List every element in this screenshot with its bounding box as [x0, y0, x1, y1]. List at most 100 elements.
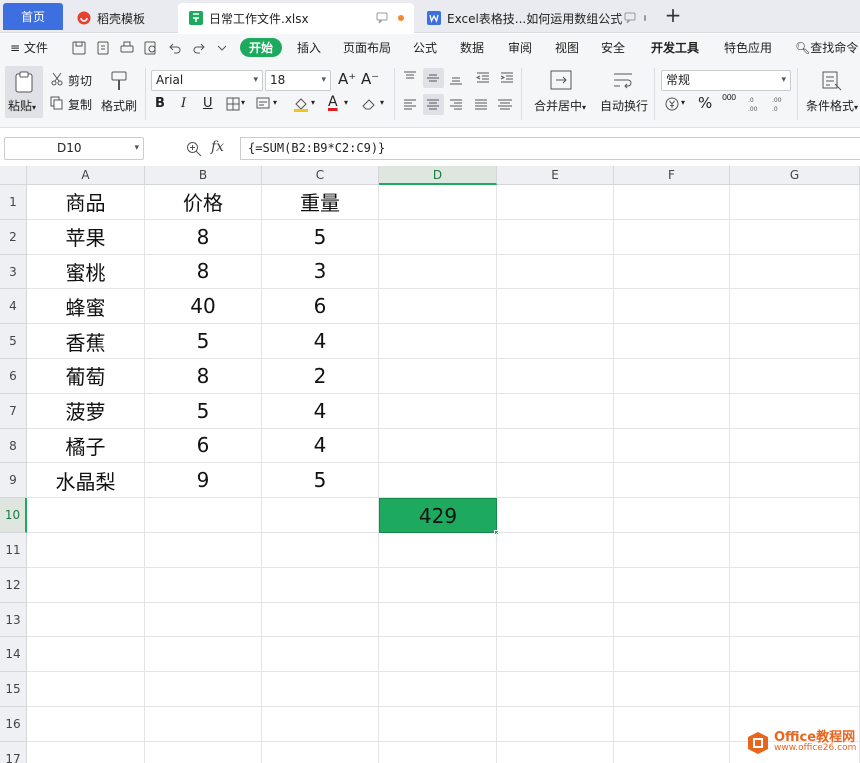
font-color-button[interactable]: A	[328, 94, 338, 110]
cell-f10[interactable]	[614, 498, 730, 533]
copy-icon[interactable]	[50, 96, 64, 110]
italic-button[interactable]: I	[181, 96, 186, 111]
column-header-g[interactable]: G	[730, 166, 860, 185]
row-header-6[interactable]: 6	[0, 359, 27, 394]
menu-data[interactable]: 数据	[460, 39, 484, 56]
cell-c2[interactable]: 5	[262, 219, 379, 255]
cell-a14[interactable]	[27, 637, 145, 673]
copy-button[interactable]: 复制	[68, 96, 92, 113]
cell-d7[interactable]	[379, 393, 497, 429]
cell-g11[interactable]	[730, 533, 860, 568]
cell-d14[interactable]	[379, 637, 497, 673]
row-header-11[interactable]: 11	[0, 533, 27, 568]
cell-b6[interactable]: 8	[145, 359, 262, 394]
cell-c13[interactable]	[262, 602, 379, 638]
cell-e7[interactable]	[497, 393, 614, 429]
currency-icon[interactable]	[665, 97, 679, 111]
menu-home[interactable]: 开始	[240, 38, 283, 57]
cell-a16[interactable]	[27, 707, 145, 742]
menu-review[interactable]: 审阅	[508, 39, 532, 56]
cell-b11[interactable]	[145, 533, 262, 568]
cell-g8[interactable]	[730, 428, 860, 464]
menu-security[interactable]: 安全	[601, 39, 625, 56]
cell-e4[interactable]	[497, 289, 614, 325]
menu-page-layout[interactable]: 页面布局	[343, 39, 391, 56]
row-header-15[interactable]: 15	[0, 672, 27, 707]
cell-b16[interactable]	[145, 707, 262, 742]
formula-input[interactable]: {=SUM(B2:B9*C2:C9)}	[240, 137, 860, 160]
cell-g2[interactable]	[730, 219, 860, 255]
distributed-align-icon[interactable]	[497, 98, 513, 112]
cell-d6[interactable]	[379, 359, 497, 394]
cell-a11[interactable]	[27, 533, 145, 568]
cell-a13[interactable]	[27, 602, 145, 638]
cell-f6[interactable]	[614, 359, 730, 394]
cell-c5[interactable]: 4	[262, 324, 379, 359]
cell-f16[interactable]	[614, 707, 730, 742]
row-header-4[interactable]: 4	[0, 289, 27, 325]
paste-icon[interactable]	[12, 70, 36, 94]
cell-c17[interactable]	[262, 741, 379, 763]
conditional-format-button[interactable]: 条件格式▾	[806, 97, 858, 114]
cell-c10[interactable]	[262, 498, 379, 533]
cell-a2[interactable]: 苹果	[27, 219, 145, 255]
cell-e5[interactable]	[497, 324, 614, 359]
align-center-icon[interactable]	[426, 98, 440, 112]
cell-f8[interactable]	[614, 428, 730, 464]
comment-icon[interactable]	[622, 10, 638, 26]
cell-a8[interactable]: 橘子	[27, 428, 145, 464]
cell-f7[interactable]	[614, 393, 730, 429]
cell-f5[interactable]	[614, 324, 730, 359]
redo-icon[interactable]	[192, 41, 206, 55]
cell-b10[interactable]	[145, 498, 262, 533]
cell-a4[interactable]: 蜂蜜	[27, 289, 145, 325]
cell-e16[interactable]	[497, 707, 614, 742]
cell-g4[interactable]	[730, 289, 860, 325]
cell-e3[interactable]	[497, 254, 614, 290]
column-header-a[interactable]: A	[27, 166, 145, 185]
shrink-font-button[interactable]: A⁻	[361, 70, 379, 88]
chevron-down-icon[interactable]: ▾	[344, 98, 348, 107]
number-format-select[interactable]: 常规 ▾	[661, 70, 791, 91]
cell-c3[interactable]: 3	[262, 254, 379, 290]
new-tab-button[interactable]: +	[662, 5, 684, 27]
cell-f15[interactable]	[614, 672, 730, 707]
column-header-f[interactable]: F	[614, 166, 730, 185]
paste-button[interactable]: 粘贴▾	[8, 97, 36, 114]
cell-e15[interactable]	[497, 672, 614, 707]
cell-a5[interactable]: 香蕉	[27, 324, 145, 359]
search-command[interactable]: 🔍︎查找命令	[795, 39, 858, 56]
cell-d13[interactable]	[379, 602, 497, 638]
chevron-down-icon[interactable]: ▾	[681, 98, 685, 107]
cell-g15[interactable]	[730, 672, 860, 707]
cell-g14[interactable]	[730, 637, 860, 673]
cell-a15[interactable]	[27, 672, 145, 707]
cell-d15[interactable]	[379, 672, 497, 707]
cell-d5[interactable]	[379, 324, 497, 359]
column-header-e[interactable]: E	[497, 166, 614, 185]
column-header-d[interactable]: D	[379, 166, 497, 185]
cell-d4[interactable]	[379, 289, 497, 325]
increase-indent-icon[interactable]	[500, 71, 514, 85]
cell-c9[interactable]: 5	[262, 463, 379, 499]
cell-f12[interactable]	[614, 567, 730, 603]
bold-button[interactable]: B	[155, 96, 165, 111]
cell-f13[interactable]	[614, 602, 730, 638]
save-icon[interactable]	[72, 41, 86, 55]
merge-center-button[interactable]: 合并居中▾	[534, 97, 586, 114]
row-header-8[interactable]: 8	[0, 428, 27, 464]
print-icon[interactable]	[120, 41, 134, 55]
cell-e6[interactable]	[497, 359, 614, 394]
cell-b2[interactable]: 8	[145, 219, 262, 255]
row-header-17[interactable]: 17	[0, 741, 27, 763]
selected-cell-d10[interactable]: 429	[379, 498, 497, 533]
cell-e1[interactable]	[497, 185, 614, 220]
cell-g1[interactable]	[730, 185, 860, 220]
cell-b8[interactable]: 6	[145, 428, 262, 464]
percent-button[interactable]: %	[698, 94, 712, 112]
align-left-icon[interactable]	[403, 98, 417, 112]
cell-a10[interactable]	[27, 498, 145, 533]
cell-a12[interactable]	[27, 567, 145, 603]
cell-f9[interactable]	[614, 463, 730, 499]
column-header-c[interactable]: C	[262, 166, 379, 185]
